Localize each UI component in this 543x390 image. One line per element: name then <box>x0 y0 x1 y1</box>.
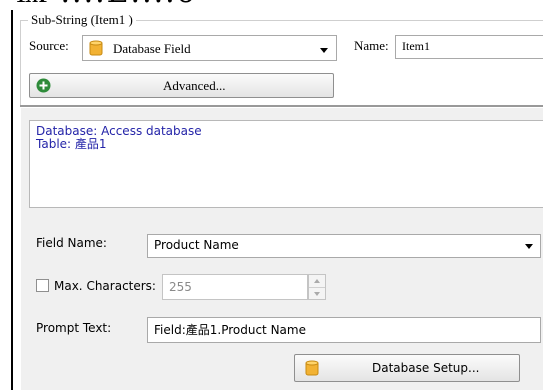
database-setup-label: Database Setup... <box>372 361 480 375</box>
spin-down-icon[interactable] <box>314 292 320 296</box>
prompt-text-label: Prompt Text: <box>36 321 112 335</box>
database-icon <box>89 40 103 56</box>
groupbox-title: Sub-String (Item1 ) <box>28 12 136 28</box>
database-setup-button[interactable]: Database Setup... <box>294 354 520 382</box>
advanced-button[interactable]: Advanced... <box>29 73 334 98</box>
prompt-text-input[interactable]: Field:產品1.Product Name <box>147 317 541 343</box>
name-input[interactable]: Item1 <box>395 35 543 59</box>
clipped-heading-text: Ѩ ....Ѐ....ӫ <box>16 0 197 8</box>
field-name-label: Field Name: <box>36 236 107 250</box>
table-line: Table: 產品1 <box>36 137 107 151</box>
name-label: Name: <box>354 38 389 53</box>
advanced-button-label: Advanced... <box>163 78 226 93</box>
max-characters-spinner[interactable] <box>308 274 326 300</box>
source-value: Database Field <box>113 41 191 56</box>
clipped-heading: Ѩ ....Ѐ....ӫ <box>0 0 543 10</box>
window-left-border <box>11 10 13 390</box>
max-characters-checkbox[interactable] <box>36 279 49 292</box>
database-icon <box>305 360 319 376</box>
field-name-combobox[interactable]: Product Name <box>147 234 541 258</box>
chevron-down-icon[interactable] <box>320 48 328 53</box>
spin-up-icon[interactable] <box>314 279 320 283</box>
max-characters-label: Max. Characters: <box>54 279 156 293</box>
source-combobox[interactable]: Database Field <box>82 35 337 61</box>
spinner-divider <box>309 287 325 288</box>
max-characters-input[interactable]: 255 <box>162 274 308 300</box>
connection-info-memo: Database: Access database Table: 產品1 <box>29 120 543 208</box>
chevron-down-icon[interactable] <box>525 244 533 249</box>
field-name-value: Product Name <box>154 238 239 252</box>
source-label: Source: <box>29 38 69 53</box>
database-line: Database: Access database <box>36 124 202 138</box>
plus-icon <box>36 78 51 93</box>
divider <box>20 105 543 107</box>
